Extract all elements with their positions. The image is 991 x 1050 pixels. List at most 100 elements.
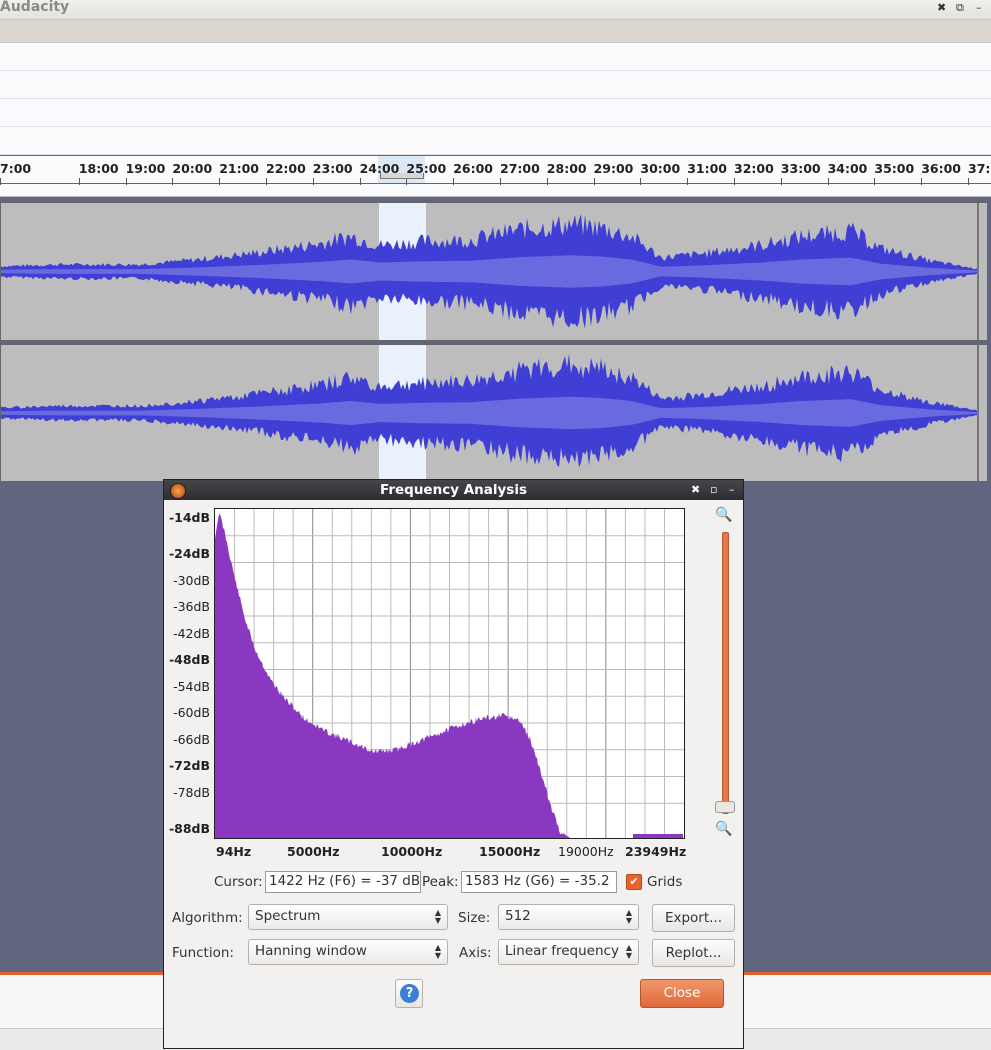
- waveform-right: [1, 354, 977, 468]
- size-value: 512: [505, 908, 531, 924]
- ruler-tick: [546, 178, 548, 185]
- select-arrows-icon: ▲ ▼: [434, 908, 441, 925]
- db-label: -14dB: [168, 510, 210, 525]
- main-title-bar: Audacity ✖ ⧉ –: [0, 0, 991, 20]
- export-button[interactable]: Export...: [652, 904, 735, 932]
- app-title: Audacity: [0, 0, 70, 15]
- ruler-label: 35:00: [874, 161, 915, 176]
- ruler-label: 18:00: [78, 161, 119, 176]
- db-label: -36dB: [173, 599, 210, 614]
- ruler-label: 33:00: [780, 161, 821, 176]
- hz-label-23949: 23949Hz: [625, 844, 687, 859]
- hz-label-10000: 10000Hz: [381, 844, 443, 859]
- ruler-tick: [406, 178, 408, 185]
- spectrum-graph: [215, 509, 684, 838]
- track-end-marker: [977, 203, 979, 340]
- axis-value: Linear frequency: [505, 943, 619, 959]
- ruler-tick: [500, 178, 501, 185]
- ruler-tick: [593, 178, 595, 185]
- grids-label[interactable]: Grids: [647, 874, 682, 890]
- waveform-left: [1, 214, 977, 329]
- zoom-slider-thumb[interactable]: [715, 801, 735, 813]
- ruler-tick: [921, 178, 923, 185]
- ruler-label: 22:00: [266, 161, 306, 176]
- dialog-title-bar[interactable]: Frequency Analysis ✖ ▫ –: [164, 480, 743, 500]
- ruler-label: 21:00: [219, 161, 259, 176]
- db-label: -54dB: [173, 679, 210, 694]
- db-label: -66dB: [173, 732, 210, 747]
- db-label: -60dB: [173, 705, 210, 720]
- help-button[interactable]: ?: [395, 979, 423, 1008]
- size-label: Size:: [458, 910, 491, 926]
- spectrum-plot[interactable]: [214, 508, 685, 839]
- track-end-marker: [977, 345, 979, 481]
- db-label: -88dB: [168, 821, 210, 836]
- toolbar-area: [0, 20, 991, 43]
- db-label: -48dB: [168, 652, 210, 667]
- toolbar-row: [0, 71, 991, 99]
- axis-select[interactable]: Linear frequency ▲ ▼: [498, 939, 639, 965]
- ruler-tick: [78, 178, 80, 185]
- minimize-dialog-icon[interactable]: –: [729, 483, 735, 496]
- ruler-tick: [266, 178, 267, 185]
- algorithm-value: Spectrum: [255, 908, 321, 924]
- algorithm-label: Algorithm:: [172, 910, 243, 926]
- minimize-window-icon[interactable]: –: [976, 1, 982, 14]
- ruler-label: 23:00: [312, 161, 353, 176]
- spectrum-tail: [633, 834, 683, 838]
- peak-field[interactable]: 1583 Hz (G6) = -35.2: [461, 871, 617, 893]
- ruler-tick: [453, 178, 455, 185]
- ruler-tick: [125, 178, 127, 185]
- algorithm-select[interactable]: Spectrum ▲ ▼: [248, 904, 448, 930]
- ruler-tick: [968, 178, 969, 185]
- ruler-label: 7:00: [0, 161, 32, 176]
- ruler-label: 28:00: [546, 161, 587, 176]
- zoom-in-icon[interactable]: 🔍: [715, 507, 732, 523]
- audio-track-right[interactable]: [0, 344, 988, 482]
- hz-label-15000: 15000Hz: [479, 844, 541, 859]
- hz-label-19000: 19000Hz: [558, 844, 614, 859]
- replot-button[interactable]: Replot...: [652, 939, 735, 967]
- frequency-analysis-dialog: Frequency Analysis ✖ ▫ – -14dB -24dB -30dB…: [163, 479, 744, 1049]
- function-select[interactable]: Hanning window ▲ ▼: [248, 939, 448, 965]
- ruler-label: 26:00: [453, 161, 493, 176]
- function-label: Function:: [172, 945, 234, 961]
- close-window-icon[interactable]: ✖: [937, 1, 946, 14]
- select-arrows-icon: ▲ ▼: [434, 943, 441, 960]
- close-button[interactable]: Close: [640, 979, 724, 1008]
- zoom-slider[interactable]: [722, 532, 729, 814]
- hz-label-5000: 5000Hz: [287, 844, 340, 859]
- function-value: Hanning window: [255, 943, 367, 959]
- dialog-title: Frequency Analysis: [379, 482, 527, 498]
- maximize-dialog-icon[interactable]: ▫: [710, 483, 717, 496]
- ruler-label: 20:00: [172, 161, 213, 176]
- selection-handle[interactable]: [380, 173, 424, 179]
- select-arrows-icon: ▲ ▼: [625, 908, 632, 925]
- ruler-tick: [874, 178, 876, 185]
- zoom-out-icon[interactable]: 🔍: [715, 821, 732, 837]
- ruler-label: 36:00: [921, 161, 961, 176]
- audio-track-left[interactable]: [0, 202, 988, 341]
- ruler-tick: [734, 178, 735, 185]
- db-label: -24dB: [168, 546, 210, 561]
- ruler-labels: 7:00 18:00 19:00 20:00 21:00 22:00 23:00 24:00 2…: [0, 156, 991, 186]
- db-axis: -14dB -24dB -30dB -36dB -42dB -48dB -54dB -60dB…: [164, 508, 214, 843]
- hz-label-94: 94Hz: [216, 844, 252, 859]
- ruler-tick: [780, 178, 782, 185]
- grids-checkbox[interactable]: ✔: [626, 874, 642, 890]
- close-dialog-icon[interactable]: ✖: [691, 483, 700, 496]
- ruler-tick: [827, 178, 829, 185]
- axis-label: Axis:: [459, 945, 492, 961]
- ruler-tick: [172, 178, 174, 185]
- toolbar-row: [0, 127, 991, 155]
- size-select[interactable]: 512 ▲ ▼: [498, 904, 639, 930]
- cursor-field[interactable]: 1422 Hz (F6) = -37 dB: [265, 871, 421, 893]
- ruler-label: 34:00: [827, 161, 868, 176]
- ruler-tick: [640, 178, 642, 185]
- peak-label: Peak:: [422, 874, 459, 890]
- db-label: -72dB: [168, 758, 210, 773]
- ruler-label: 32:00: [734, 161, 774, 176]
- ruler-label: 30:00: [640, 161, 681, 176]
- db-label: -78dB: [173, 785, 210, 800]
- restore-window-icon[interactable]: ⧉: [956, 1, 964, 15]
